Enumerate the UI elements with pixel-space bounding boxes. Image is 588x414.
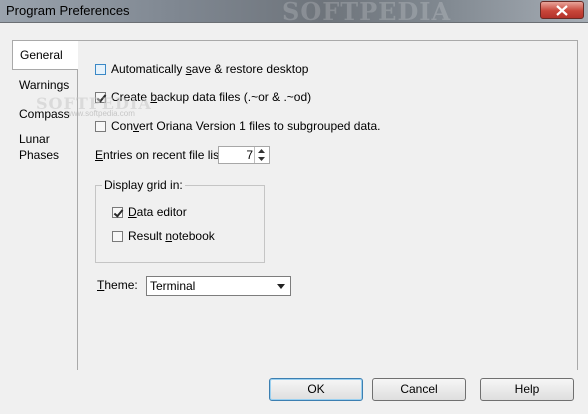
spin-down-button[interactable] [255,155,269,163]
dropdown-arrow-icon [277,284,285,289]
chevron-down-icon [258,157,265,161]
theme-select[interactable]: Terminal [146,276,291,296]
convert-label: Convert Oriana Version 1 files to subgro… [111,119,381,133]
preferences-window: SOFTPEDIA Program Preferences General Wa… [0,0,588,414]
title-bar[interactable]: SOFTPEDIA Program Preferences [0,0,588,26]
recent-files-label: Entries on recent file list [95,148,223,162]
convert-checkbox[interactable] [95,120,106,132]
data-editor-label: Data editor [128,205,187,219]
theme-value: Terminal [150,279,196,293]
help-button[interactable]: Help [480,378,574,401]
chevron-up-icon [258,149,265,153]
ok-button[interactable]: OK [269,378,363,401]
backup-option[interactable]: Create backup data files (.~or & .~od) [95,90,311,104]
recent-files-spinner[interactable]: 7 [218,146,270,164]
recent-files-value: 7 [246,148,253,162]
tab-lunar-phases[interactable]: Lunar Phases [12,131,78,163]
window-title: Program Preferences [6,3,130,18]
tab-warnings[interactable]: Warnings [12,77,76,93]
auto-save-option[interactable]: Automatically save & restore desktop [95,62,308,76]
auto-save-checkbox[interactable] [95,63,106,75]
data-editor-checkbox[interactable] [112,206,123,218]
button-bar: OK Cancel Help [0,370,588,414]
theme-label: Theme: [97,278,138,292]
tab-general[interactable]: General [12,40,78,70]
convert-option[interactable]: Convert Oriana Version 1 files to subgro… [95,119,381,133]
general-panel: Automatically save & restore desktop Cre… [77,40,578,375]
watermark-url: www.softpedia.com [66,109,135,118]
display-grid-group: Display grid in: Data editor Result note… [95,178,265,263]
result-notebook-label: Result notebook [128,229,215,243]
close-button[interactable] [540,1,584,19]
auto-save-label: Automatically save & restore desktop [111,62,309,76]
backup-checkbox[interactable] [95,91,106,103]
result-notebook-option[interactable]: Result notebook [112,229,215,243]
close-x-icon [556,5,568,16]
display-grid-legend: Display grid in: [102,178,185,192]
data-editor-option[interactable]: Data editor [112,205,187,219]
spinner-arrows [254,147,269,163]
backup-label: Create backup data files (.~or & .~od) [111,90,312,104]
result-notebook-checkbox[interactable] [112,230,123,242]
spin-up-button[interactable] [255,147,269,155]
cancel-button[interactable]: Cancel [372,378,466,401]
dialog-body: General Warnings Compass Lunar Phases Au… [0,23,588,414]
